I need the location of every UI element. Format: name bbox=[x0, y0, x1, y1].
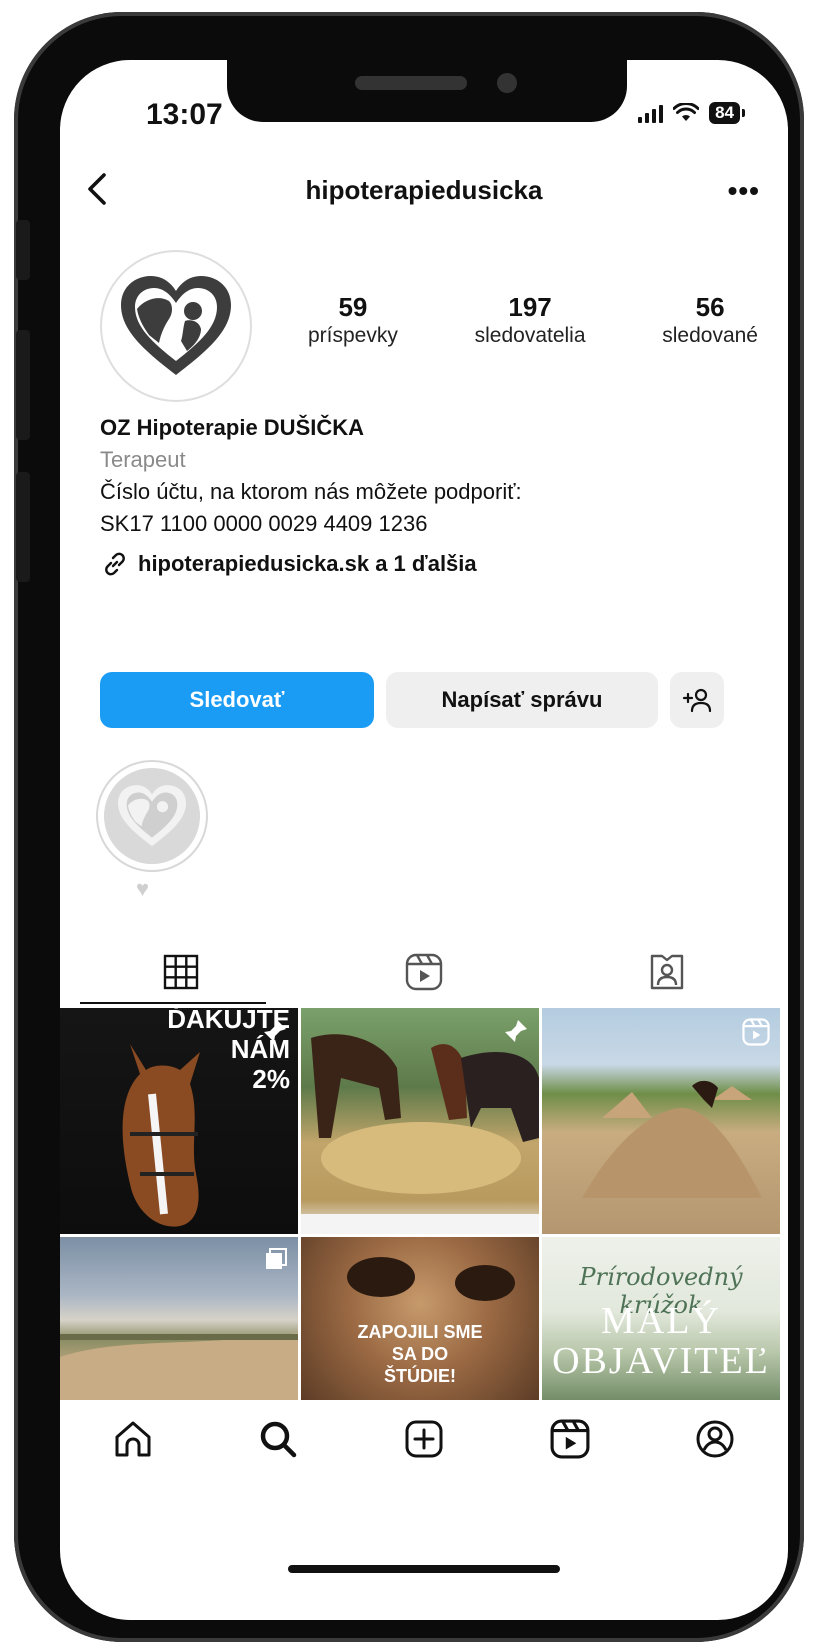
link-icon bbox=[105, 552, 125, 576]
field-sand-illustration bbox=[60, 1333, 298, 1403]
horse-head-illustration bbox=[122, 1044, 200, 1227]
tab-reels[interactable] bbox=[303, 940, 546, 1004]
volume-up-button bbox=[16, 330, 30, 440]
stat-posts-count: 59 bbox=[338, 292, 368, 322]
stat-posts-label: príspevky bbox=[308, 324, 398, 347]
nav-reels[interactable] bbox=[497, 1400, 643, 1478]
stat-followers-label: sledovatelia bbox=[474, 324, 586, 347]
post-thumbnail[interactable] bbox=[301, 1008, 539, 1234]
post-thumbnail[interactable]: Prírodovedný krúžok MALÝ OBJAVITEĽ bbox=[542, 1237, 780, 1403]
post-thumbnail[interactable]: ĎAKUJTE NÁM 2% bbox=[60, 1008, 298, 1234]
wifi-icon bbox=[673, 103, 700, 121]
stat-following[interactable]: 56 sledované bbox=[662, 292, 758, 350]
profile-username: hipoterapiedusicka bbox=[305, 175, 543, 205]
profile-avatar[interactable] bbox=[100, 250, 252, 402]
status-time: 13:07 bbox=[146, 98, 223, 131]
tab-tagged[interactable] bbox=[545, 940, 788, 1004]
bio-text-line: SK17 1100 0000 0029 4409 1236 bbox=[100, 511, 428, 536]
volume-down-button bbox=[16, 472, 30, 582]
post-thumbnail[interactable]: ZAPOJILI SME SA DO ŠTÚDIE! bbox=[301, 1237, 539, 1403]
suggest-user-button[interactable] bbox=[670, 672, 724, 728]
pinned-icon bbox=[505, 1020, 527, 1042]
follow-button[interactable]: Sledovať bbox=[100, 672, 374, 728]
status-icons: 84 bbox=[638, 102, 745, 124]
reels-icon bbox=[550, 1419, 590, 1459]
bottom-navigation bbox=[60, 1400, 788, 1478]
nav-home[interactable] bbox=[60, 1400, 206, 1478]
nav-profile[interactable] bbox=[642, 1400, 788, 1478]
tagged-person-icon bbox=[650, 954, 683, 990]
profile-icon bbox=[696, 1420, 734, 1458]
add-person-icon bbox=[682, 688, 712, 713]
battery-icon: 84 bbox=[709, 102, 745, 124]
profile-tabs bbox=[60, 940, 788, 1004]
profile-header: hipoterapiedusicka ••• bbox=[60, 165, 788, 215]
mute-switch bbox=[16, 220, 30, 280]
post-thumbnail[interactable] bbox=[60, 1237, 298, 1403]
front-camera bbox=[497, 73, 517, 93]
more-options-icon[interactable]: ••• bbox=[728, 175, 760, 207]
heart-horse-logo-icon bbox=[121, 276, 231, 375]
stat-followers-count: 197 bbox=[508, 292, 552, 322]
home-icon bbox=[115, 1421, 151, 1457]
nav-search[interactable] bbox=[206, 1400, 352, 1478]
profile-link[interactable]: hipoterapiedusicka.sk a 1 ďalšia bbox=[100, 548, 750, 580]
stat-posts[interactable]: 59 príspevky bbox=[308, 292, 398, 350]
pinned-icon bbox=[264, 1020, 286, 1042]
story-highlight[interactable] bbox=[96, 760, 208, 872]
cellular-signal-icon bbox=[638, 103, 664, 123]
highlight-label: ♥ bbox=[136, 876, 150, 901]
profile-stats: 59 príspevky 197 sledovatelia 56 sledova… bbox=[308, 292, 758, 350]
home-indicator[interactable] bbox=[288, 1565, 560, 1573]
tab-posts-grid[interactable] bbox=[60, 940, 303, 1004]
nav-create[interactable] bbox=[351, 1400, 497, 1478]
notch bbox=[227, 60, 627, 122]
bio-text-line: Číslo účtu, na ktorom nás môžete podpori… bbox=[100, 479, 522, 504]
profile-link-text: hipoterapiedusicka.sk a 1 ďalšia bbox=[138, 551, 477, 576]
post-text: ZAPOJILI SME SA DO ŠTÚDIE! bbox=[357, 1322, 483, 1386]
grid-icon bbox=[164, 954, 199, 990]
reel-indicator-icon bbox=[742, 1018, 770, 1046]
multiple-photos-icon bbox=[266, 1248, 287, 1269]
post-thumbnail[interactable] bbox=[542, 1008, 780, 1234]
active-tab-indicator bbox=[80, 1002, 266, 1004]
speaker bbox=[355, 76, 467, 90]
search-icon bbox=[261, 1421, 297, 1458]
profile-category[interactable]: Terapeut bbox=[100, 444, 750, 476]
message-button[interactable]: Napísať správu bbox=[386, 672, 658, 728]
post-title-text: MALÝ OBJAVITEĽ bbox=[552, 1300, 770, 1382]
post-grid: ĎAKUJTE NÁM 2% ZAPOJILI SME SA DO ŠTÚDIE… bbox=[60, 1008, 788, 1403]
stat-following-count: 56 bbox=[695, 292, 725, 322]
reels-icon bbox=[405, 953, 443, 991]
phone-frame: 13:07 84 hipoterapiedusicka ••• 59 prísp… bbox=[14, 12, 804, 1642]
profile-bio: OZ Hipoterapie DUŠIČKA Terapeut Číslo úč… bbox=[100, 412, 750, 580]
screen: 13:07 84 hipoterapiedusicka ••• 59 prísp… bbox=[60, 60, 788, 1620]
stat-following-label: sledované bbox=[662, 324, 758, 347]
add-post-icon bbox=[405, 1420, 443, 1458]
profile-display-name: OZ Hipoterapie DUŠIČKA bbox=[100, 415, 365, 440]
heart-horse-logo-icon bbox=[118, 785, 186, 847]
stat-followers[interactable]: 197 sledovatelia bbox=[475, 292, 586, 350]
highlight-cover bbox=[104, 768, 200, 864]
